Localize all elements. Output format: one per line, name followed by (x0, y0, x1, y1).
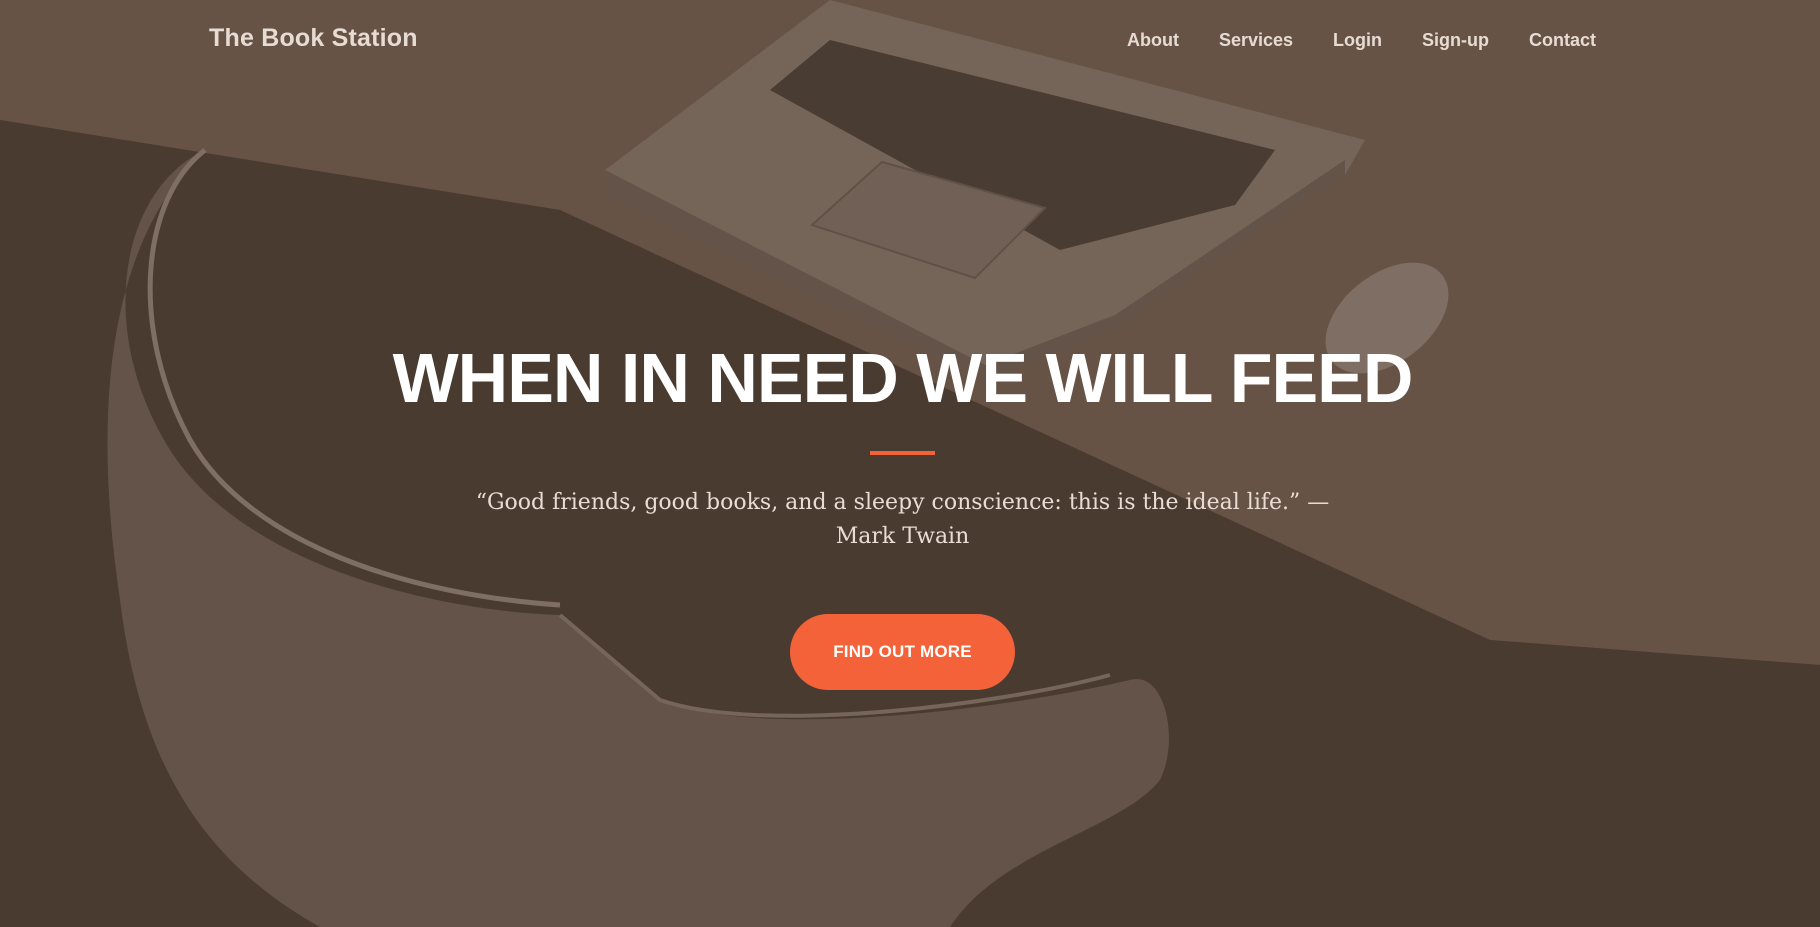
nav-link-contact[interactable]: Contact (1529, 30, 1596, 51)
hero-headline: WHEN IN NEED WE WILL FEED (392, 339, 1414, 417)
hero-quote: “Good friends, good books, and a sleepy … (475, 490, 1330, 549)
nav-link-login[interactable]: Login (1333, 30, 1382, 51)
brand-logo-link[interactable]: The Book Station (209, 24, 418, 53)
nav-link-services[interactable]: Services (1219, 30, 1293, 51)
nav-links: About Services Login Sign-up Contact (1127, 30, 1596, 51)
find-out-more-button[interactable]: FIND OUT MORE (790, 614, 1015, 690)
hero-section: The Book Station About Services Login Si… (0, 0, 1820, 927)
top-navbar: The Book Station About Services Login Si… (0, 0, 1820, 84)
accent-divider (870, 451, 935, 455)
hero-overlay (0, 0, 1820, 927)
nav-link-about[interactable]: About (1127, 30, 1179, 51)
nav-link-sign-up[interactable]: Sign-up (1422, 30, 1489, 51)
